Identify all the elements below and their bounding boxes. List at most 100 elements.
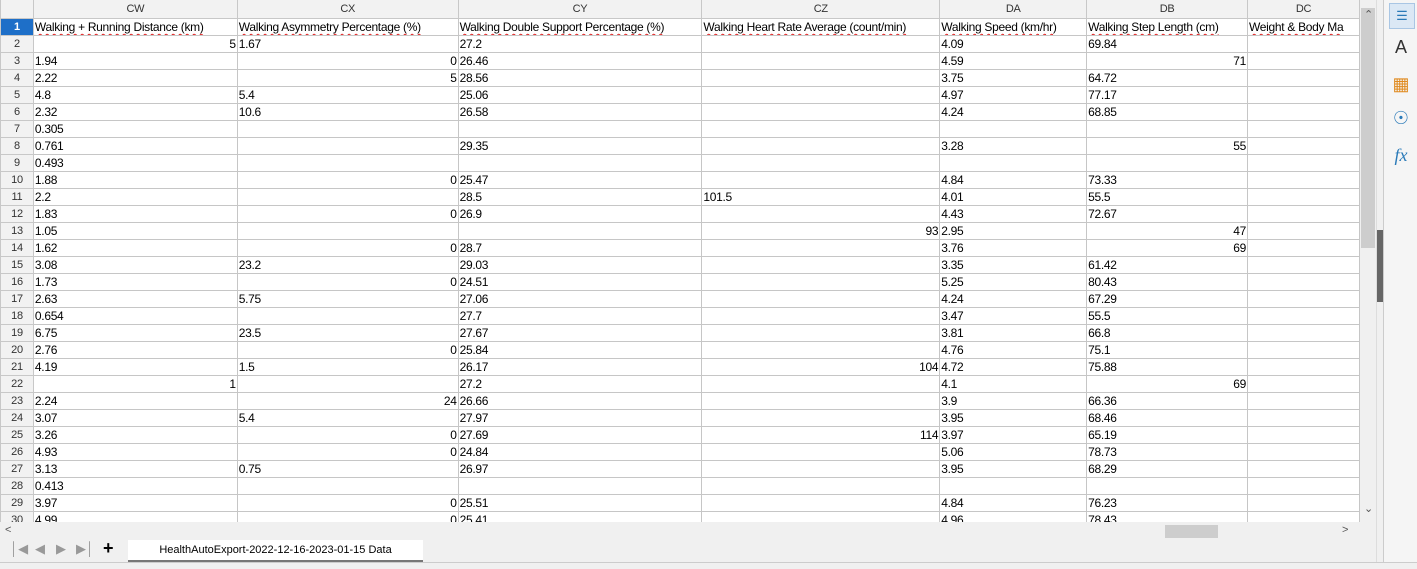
cell-db15[interactable]: 61.42	[1086, 256, 1248, 274]
cell-cz28[interactable]	[701, 477, 941, 495]
cell-da8[interactable]: 3.28	[939, 137, 1088, 155]
properties-icon[interactable]: ☰	[1389, 3, 1415, 29]
cell-dc15[interactable]	[1246, 256, 1360, 274]
cell-da7[interactable]	[939, 120, 1088, 138]
cell-cy4[interactable]: 28.56	[457, 69, 703, 87]
cell-dc14[interactable]	[1246, 239, 1360, 257]
cell-cy16[interactable]: 24.51	[457, 273, 703, 291]
cell-cx26[interactable]: 0	[236, 443, 459, 461]
scroll-right-icon[interactable]: >	[1342, 524, 1348, 536]
first-sheet-icon[interactable]: │◀	[10, 541, 28, 557]
cell-da3[interactable]: 4.59	[939, 52, 1088, 70]
cell-db3[interactable]: 71	[1086, 52, 1248, 70]
row-header[interactable]: 30	[0, 511, 34, 522]
cell-cw30[interactable]: 4.99	[32, 511, 238, 522]
cell-db13[interactable]: 47	[1086, 222, 1248, 240]
cell-cw7[interactable]: 0.305	[32, 120, 238, 138]
cell-db17[interactable]: 67.29	[1086, 290, 1248, 308]
cell-da29[interactable]: 4.84	[939, 494, 1088, 512]
row-header[interactable]: 7	[0, 120, 34, 138]
cell-dc18[interactable]	[1246, 307, 1360, 325]
cell-cw18[interactable]: 0.654	[32, 307, 238, 325]
cell-cw23[interactable]: 2.24	[32, 392, 238, 410]
row-header[interactable]: 18	[0, 307, 34, 325]
horizontal-scroll-thumb[interactable]	[1165, 525, 1218, 538]
cell-cz22[interactable]	[701, 375, 941, 393]
cell-db7[interactable]	[1086, 120, 1248, 138]
row-header[interactable]: 14	[0, 239, 34, 257]
cell-cy1[interactable]: Walking Double Support Percentage (%)	[457, 18, 703, 36]
row-header[interactable]: 20	[0, 341, 34, 359]
cell-dc26[interactable]	[1246, 443, 1360, 461]
row-header[interactable]: 3	[0, 52, 34, 70]
cell-cz14[interactable]	[701, 239, 941, 257]
cell-cy23[interactable]: 26.66	[457, 392, 703, 410]
cell-cz13[interactable]: 93	[701, 222, 941, 240]
cell-dc29[interactable]	[1246, 494, 1360, 512]
cell-db19[interactable]: 66.8	[1086, 324, 1248, 342]
cell-cz3[interactable]	[701, 52, 941, 70]
cell-cz8[interactable]	[701, 137, 941, 155]
cell-cw2[interactable]: 5	[32, 35, 238, 53]
cell-cz5[interactable]	[701, 86, 941, 104]
cell-db12[interactable]: 72.67	[1086, 205, 1248, 223]
cell-cx15[interactable]: 23.2	[236, 256, 459, 274]
cell-da15[interactable]: 3.35	[939, 256, 1088, 274]
cell-dc13[interactable]	[1246, 222, 1360, 240]
cell-cy22[interactable]: 27.2	[457, 375, 703, 393]
cell-da17[interactable]: 4.24	[939, 290, 1088, 308]
cell-da18[interactable]: 3.47	[939, 307, 1088, 325]
cell-db18[interactable]: 55.5	[1086, 307, 1248, 325]
cell-db9[interactable]	[1086, 154, 1248, 172]
cell-cy21[interactable]: 26.17	[457, 358, 703, 376]
cell-cx8[interactable]	[236, 137, 459, 155]
styles-icon[interactable]: A	[1389, 35, 1413, 59]
cell-cy5[interactable]: 25.06	[457, 86, 703, 104]
cell-db23[interactable]: 66.36	[1086, 392, 1248, 410]
cell-da14[interactable]: 3.76	[939, 239, 1088, 257]
cell-db26[interactable]: 78.73	[1086, 443, 1248, 461]
row-header[interactable]: 13	[0, 222, 34, 240]
cell-cz17[interactable]	[701, 290, 941, 308]
cell-cw8[interactable]: 0.761	[32, 137, 238, 155]
cell-cw13[interactable]: 1.05	[32, 222, 238, 240]
cell-da26[interactable]: 5.06	[939, 443, 1088, 461]
row-header[interactable]: 17	[0, 290, 34, 308]
row-header[interactable]: 2	[0, 35, 34, 53]
cell-da21[interactable]: 4.72	[939, 358, 1088, 376]
cell-cw26[interactable]: 4.93	[32, 443, 238, 461]
row-header[interactable]: 10	[0, 171, 34, 189]
cell-dc23[interactable]	[1246, 392, 1360, 410]
row-header[interactable]: 6	[0, 103, 34, 121]
cell-dc5[interactable]	[1246, 86, 1360, 104]
cell-cx5[interactable]: 5.4	[236, 86, 459, 104]
cell-cz11[interactable]: 101.5	[701, 188, 941, 206]
cell-cx10[interactable]: 0	[236, 171, 459, 189]
cell-dc3[interactable]	[1246, 52, 1360, 70]
row-header[interactable]: 4	[0, 69, 34, 87]
row-header[interactable]: 12	[0, 205, 34, 223]
row-header[interactable]: 26	[0, 443, 34, 461]
cell-cx13[interactable]	[236, 222, 459, 240]
cell-cx19[interactable]: 23.5	[236, 324, 459, 342]
cell-cx1[interactable]: Walking Asymmetry Percentage (%)	[236, 18, 459, 36]
cell-cw15[interactable]: 3.08	[32, 256, 238, 274]
cell-cx30[interactable]: 0	[236, 511, 459, 522]
cell-dc12[interactable]	[1246, 205, 1360, 223]
cell-cy19[interactable]: 27.67	[457, 324, 703, 342]
cell-cz21[interactable]: 104	[701, 358, 941, 376]
row-header[interactable]: 24	[0, 409, 34, 427]
scroll-down-icon[interactable]: ⌄	[1364, 502, 1373, 515]
cell-db21[interactable]: 75.88	[1086, 358, 1248, 376]
column-header-cz[interactable]: CZ	[701, 0, 941, 19]
cell-cy10[interactable]: 25.47	[457, 171, 703, 189]
cell-cz9[interactable]	[701, 154, 941, 172]
cell-cy7[interactable]	[457, 120, 703, 138]
cell-dc22[interactable]	[1246, 375, 1360, 393]
cell-cz4[interactable]	[701, 69, 941, 87]
row-header[interactable]: 5	[0, 86, 34, 104]
corner-select-all[interactable]	[0, 0, 34, 19]
cell-cz7[interactable]	[701, 120, 941, 138]
cell-dc11[interactable]	[1246, 188, 1360, 206]
row-header[interactable]: 11	[0, 188, 34, 206]
